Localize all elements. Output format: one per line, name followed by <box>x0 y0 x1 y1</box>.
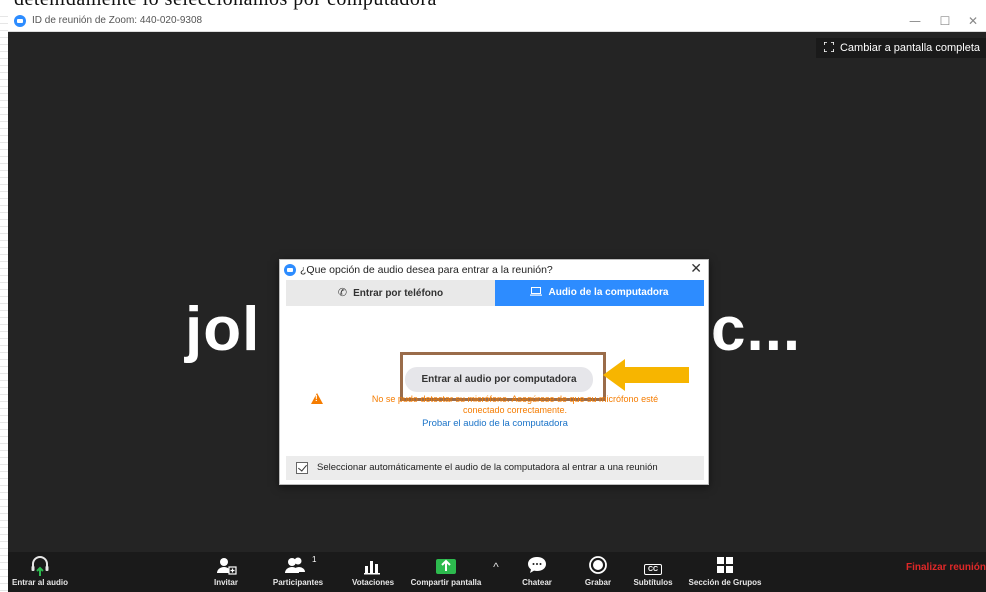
microphone-warning: No se pudo detectar su micrófono. Asegúr… <box>330 394 700 416</box>
tab-phone[interactable]: ✆ Entrar por teléfono <box>286 280 495 306</box>
share-screen-label: Compartir pantalla <box>410 578 482 587</box>
join-audio-label: Entrar al audio <box>11 578 68 587</box>
annotation-arrow-icon <box>603 359 689 391</box>
warning-icon <box>311 393 323 404</box>
tab-phone-label: Entrar por teléfono <box>353 288 444 299</box>
window-titlebar: ID de reunión de Zoom: 440-020-9308 — ☐ … <box>8 10 986 32</box>
invite-button[interactable]: Invitar <box>206 552 246 592</box>
warning-line-1: No se pudo detectar su micrófono. Asegúr… <box>371 394 659 404</box>
polls-button[interactable]: Votaciones <box>346 552 400 592</box>
phone-icon: ✆ <box>337 286 348 299</box>
tab-computer-audio[interactable]: Audio de la computadora <box>495 280 704 306</box>
test-computer-audio-link[interactable]: Probar el audio de la computadora <box>280 418 710 429</box>
captions-label: Subtítulos <box>633 578 673 587</box>
headphones-icon <box>31 556 49 576</box>
invite-label: Invitar <box>213 578 238 587</box>
join-computer-audio-button[interactable]: Entrar al audio por computadora <box>405 367 593 392</box>
meeting-toolbar: Entrar al audio Invitar Participantes 1 … <box>8 552 986 592</box>
dialog-titlebar: ¿Que opción de audio desea para entrar a… <box>280 260 708 280</box>
captions-icon-text: CC <box>643 564 663 575</box>
captions-button[interactable]: CC Subtítulos <box>628 552 678 592</box>
close-window-button[interactable]: ✕ <box>962 13 984 29</box>
zoom-logo-icon <box>284 264 296 276</box>
screenshot-root: detenidamente lo seleccionamos por compu… <box>0 0 986 592</box>
captions-icon: CC <box>628 552 678 578</box>
chat-label: Chatear <box>522 578 552 587</box>
auto-select-audio-label[interactable]: Seleccionar automáticamente el audio de … <box>317 462 658 473</box>
zoom-logo-icon <box>14 15 26 27</box>
participant-name-right: c... <box>711 295 802 364</box>
record-button[interactable]: Grabar <box>578 552 618 592</box>
share-screen-icon <box>436 559 456 574</box>
breakout-rooms-label: Sección de Grupos <box>688 578 762 587</box>
dialog-footer: Seleccionar automáticamente el audio de … <box>286 456 704 480</box>
dialog-title: ¿Que opción de audio desea para entrar a… <box>300 264 553 276</box>
warning-line-2: conectado correctamente. <box>462 405 568 415</box>
participant-name-left: jol <box>185 295 261 364</box>
minimize-button[interactable]: — <box>904 13 926 29</box>
polls-label: Votaciones <box>351 578 395 587</box>
zoom-meeting-window: ID de reunión de Zoom: 440-020-9308 — ☐ … <box>8 10 986 592</box>
fullscreen-button[interactable]: Cambiar a pantalla completa <box>815 38 986 58</box>
tab-computer-label: Audio de la computadora <box>548 287 669 298</box>
breakout-rooms-button[interactable]: Sección de Grupos <box>681 552 769 592</box>
end-meeting-button[interactable]: Finalizar reunión <box>906 562 986 573</box>
auto-select-audio-checkbox[interactable] <box>296 462 308 474</box>
chat-icon <box>528 557 546 573</box>
document-margin <box>0 10 8 592</box>
window-title: ID de reunión de Zoom: 440-020-9308 <box>32 15 203 26</box>
maximize-button[interactable]: ☐ <box>934 13 956 29</box>
join-audio-button[interactable]: Entrar al audio <box>10 552 70 592</box>
dialog-close-button[interactable]: ✕ <box>690 261 702 277</box>
fullscreen-label: Cambiar a pantalla completa <box>839 42 980 54</box>
fullscreen-icon <box>823 42 834 52</box>
polls-icon <box>364 561 380 575</box>
breakout-rooms-icon <box>717 557 733 573</box>
caret-up-icon: ^ <box>493 560 499 574</box>
participants-count-badge: 1 <box>312 555 317 564</box>
share-options-button[interactable]: ^ <box>488 552 504 592</box>
invite-icon <box>217 558 237 575</box>
record-label: Grabar <box>584 578 612 587</box>
laptop-icon <box>530 287 543 296</box>
record-icon <box>589 556 607 574</box>
share-screen-button[interactable]: Compartir pantalla <box>404 552 488 592</box>
participants-icon <box>285 557 305 573</box>
participants-button[interactable]: Participantes 1 <box>265 552 331 592</box>
participants-label: Participantes <box>272 578 324 587</box>
audio-tabs: ✆ Entrar por teléfono Audio de la computa… <box>286 280 704 306</box>
chat-button[interactable]: Chatear <box>516 552 558 592</box>
